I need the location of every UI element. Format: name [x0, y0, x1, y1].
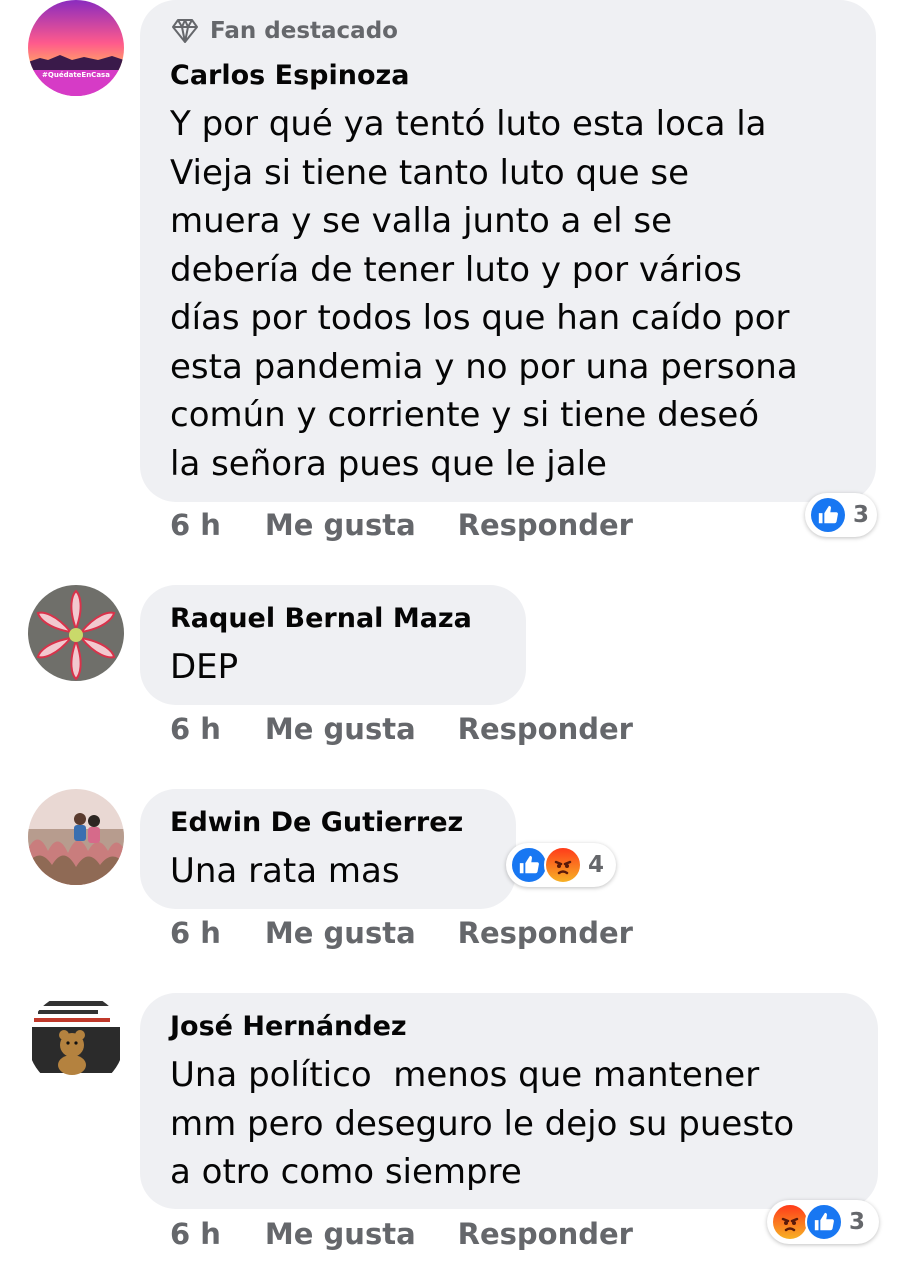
reaction-count: 3 — [849, 1209, 866, 1235]
reactions-summary[interactable]: 4 — [506, 843, 616, 887]
top-fan-badge: Fan destacado — [170, 18, 398, 44]
angry-icon — [771, 1203, 809, 1241]
comment-text: Una rata mas — [170, 851, 400, 891]
comment-author[interactable]: Edwin De Gutierrez — [170, 807, 463, 838]
reply-button[interactable]: Responder — [458, 916, 633, 950]
comment-actions: 6 h Me gusta Responder — [170, 916, 633, 950]
timestamp[interactable]: 6 h — [170, 916, 221, 950]
like-button[interactable]: Me gusta — [265, 508, 416, 542]
diamond-icon — [172, 19, 198, 43]
reactions-summary[interactable]: 3 — [805, 493, 877, 537]
comment-bubble: Edwin De Gutierrez Una rata mas — [140, 789, 516, 909]
reply-button[interactable]: Responder — [458, 508, 633, 542]
avatar-image — [28, 789, 124, 885]
comment-author[interactable]: José Hernández — [170, 1011, 407, 1042]
comment-bubble: Raquel Bernal Maza DEP — [140, 585, 526, 705]
like-button[interactable]: Me gusta — [265, 916, 416, 950]
angry-icon — [544, 846, 582, 884]
comment-bubble: Fan destacado Carlos Espinoza Y por qué … — [140, 0, 876, 502]
svg-text:#QuédateEnCasa: #QuédateEnCasa — [42, 71, 110, 79]
timestamp[interactable]: 6 h — [170, 1217, 221, 1251]
avatar[interactable] — [28, 993, 124, 1089]
comment-text: Y por qué ya tentó luto esta loca la Vie… — [170, 104, 798, 484]
reaction-count: 4 — [588, 852, 605, 878]
reply-button[interactable]: Responder — [458, 1217, 633, 1251]
comment-actions: 6 h Me gusta Responder — [170, 1217, 633, 1251]
avatar[interactable] — [28, 789, 124, 885]
timestamp[interactable]: 6 h — [170, 712, 221, 746]
like-button[interactable]: Me gusta — [265, 712, 416, 746]
like-button[interactable]: Me gusta — [265, 1217, 416, 1251]
avatar[interactable]: #QuédateEnCasa — [28, 0, 124, 96]
comment-bubble: José Hernández Una político menos que ma… — [140, 993, 878, 1209]
comment-author[interactable]: Raquel Bernal Maza — [170, 603, 472, 634]
comment-author[interactable]: Carlos Espinoza — [170, 60, 409, 91]
comment-text: DEP — [170, 647, 239, 687]
like-icon — [805, 1203, 843, 1241]
like-icon — [809, 496, 847, 534]
like-icon — [510, 846, 548, 884]
timestamp[interactable]: 6 h — [170, 508, 221, 542]
badge-label: Fan destacado — [210, 18, 398, 44]
avatar[interactable] — [28, 585, 124, 681]
reactions-summary[interactable]: 3 — [767, 1200, 879, 1244]
avatar-image: #QuédateEnCasa — [28, 0, 124, 96]
comment-actions: 6 h Me gusta Responder — [170, 508, 633, 542]
avatar-image — [28, 993, 124, 1089]
reaction-count: 3 — [852, 502, 869, 528]
avatar-image — [28, 585, 124, 681]
reply-button[interactable]: Responder — [458, 712, 633, 746]
comment-actions: 6 h Me gusta Responder — [170, 712, 633, 746]
comment-text: Una político menos que mantener mm pero … — [170, 1055, 795, 1192]
